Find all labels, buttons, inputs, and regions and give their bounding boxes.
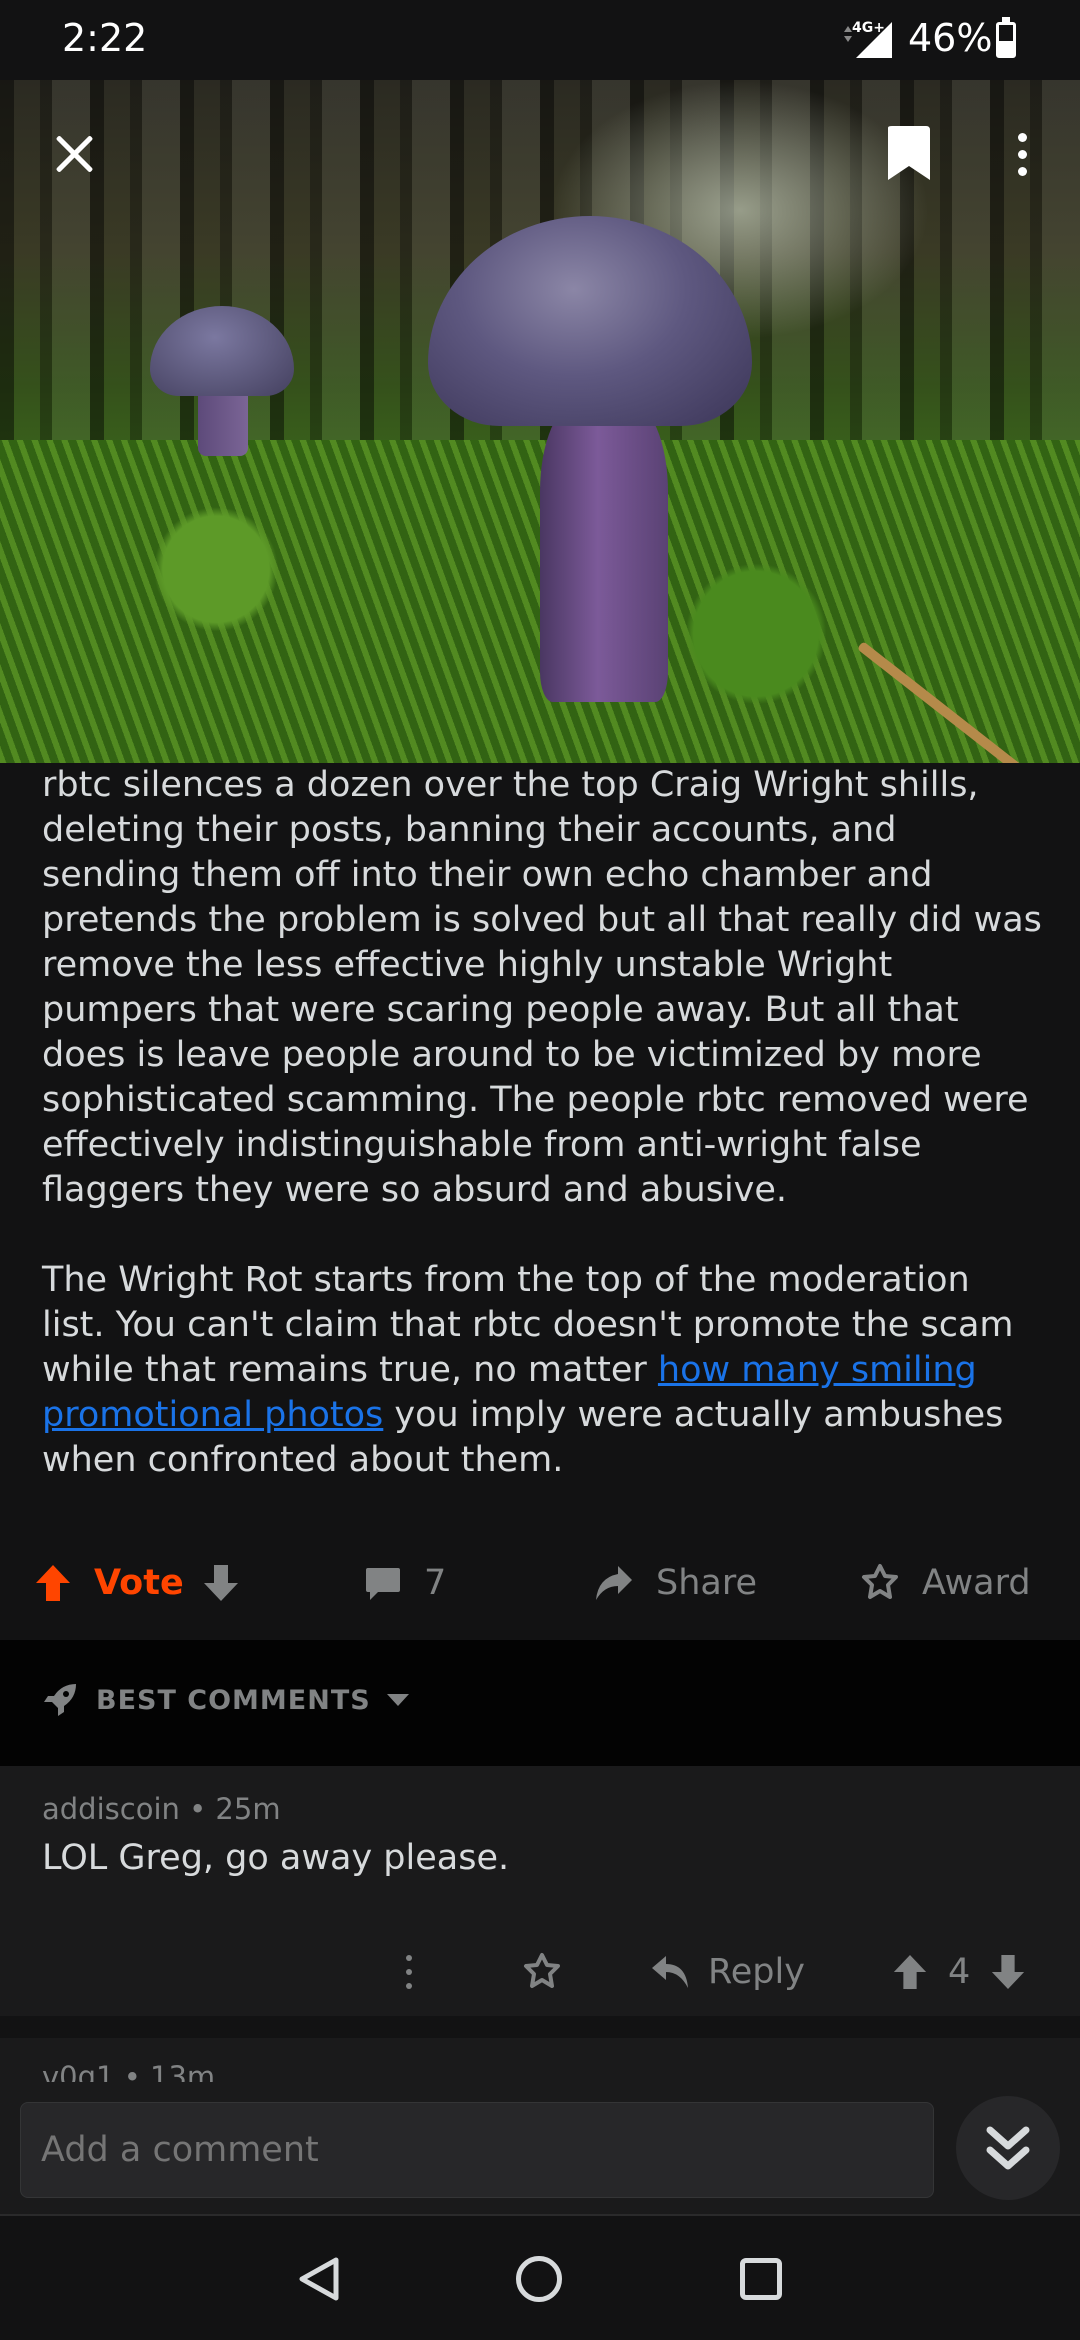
award-icon — [862, 1564, 898, 1599]
system-nav-bar — [0, 2214, 1080, 2340]
bookmark-icon[interactable] — [884, 124, 934, 182]
comment-composer — [0, 2082, 1080, 2214]
comment-input[interactable] — [20, 2102, 934, 2198]
battery-icon — [996, 17, 1016, 58]
reply-label: Reply — [708, 1952, 805, 1992]
share-button[interactable]: Share — [594, 1540, 757, 1626]
comment-icon — [366, 1568, 400, 1600]
chevron-down-icon — [386, 1694, 409, 1706]
sort-label: BEST COMMENTS — [96, 1684, 371, 1716]
reply-icon — [652, 1956, 688, 1988]
comment-sort-selector[interactable]: BEST COMMENTS — [42, 1682, 409, 1718]
comment-score: 4 — [948, 1952, 971, 1992]
comment-actions: Reply 4 — [0, 1946, 1080, 2016]
comment: addiscoin • 25m LOL Greg, go away please… — [0, 1766, 1080, 2016]
downvote-icon[interactable] — [202, 1563, 240, 1603]
post-action-bar: Vote 7 Share Award — [0, 1540, 1080, 1626]
comment-body: LOL Greg, go away please. — [42, 1838, 510, 1878]
comments-button[interactable]: 7 — [364, 1540, 446, 1626]
recents-icon[interactable] — [740, 2258, 782, 2300]
share-icon — [596, 1566, 632, 1600]
comment-award-button[interactable] — [522, 1946, 562, 1998]
comment-more-icon[interactable] — [406, 1946, 412, 1998]
post-paragraph: The Wright Rot starts from the top of th… — [42, 1258, 1042, 1483]
post-image[interactable] — [0, 80, 1080, 763]
downvote-icon[interactable] — [990, 1953, 1026, 1991]
back-icon[interactable] — [296, 2256, 342, 2302]
upvote-icon[interactable] — [892, 1953, 928, 1991]
share-label: Share — [656, 1563, 758, 1603]
next-comment-button[interactable] — [956, 2096, 1060, 2200]
mushroom-stem — [540, 402, 668, 702]
post-body: rbtc silences a dozen over the top Craig… — [42, 763, 1042, 1528]
award-button[interactable]: Award — [860, 1540, 1031, 1626]
status-bar: 2:22 4G+ 46% — [0, 0, 1080, 80]
network-type: 4G+ — [852, 20, 885, 36]
close-icon[interactable] — [46, 126, 102, 182]
vote-control: Vote — [34, 1540, 240, 1626]
home-icon[interactable] — [516, 2256, 562, 2302]
battery-percentage: 46% — [908, 16, 993, 60]
status-time: 2:22 — [62, 16, 148, 60]
vote-label: Vote — [94, 1563, 184, 1603]
comment-meta[interactable]: addiscoin • 25m — [42, 1792, 281, 1826]
award-label: Award — [922, 1563, 1031, 1603]
more-vertical-icon[interactable] — [1004, 128, 1040, 180]
rocket-icon — [44, 1684, 76, 1716]
reply-button[interactable]: Reply — [650, 1946, 805, 1998]
comment-vote-control: 4 — [892, 1946, 1026, 1998]
comment-count: 7 — [424, 1563, 447, 1603]
upvote-icon[interactable] — [34, 1563, 72, 1603]
post-paragraph: rbtc silences a dozen over the top Craig… — [42, 765, 1042, 1210]
double-chevron-down-icon — [986, 2126, 1030, 2170]
award-icon — [524, 1953, 560, 1988]
